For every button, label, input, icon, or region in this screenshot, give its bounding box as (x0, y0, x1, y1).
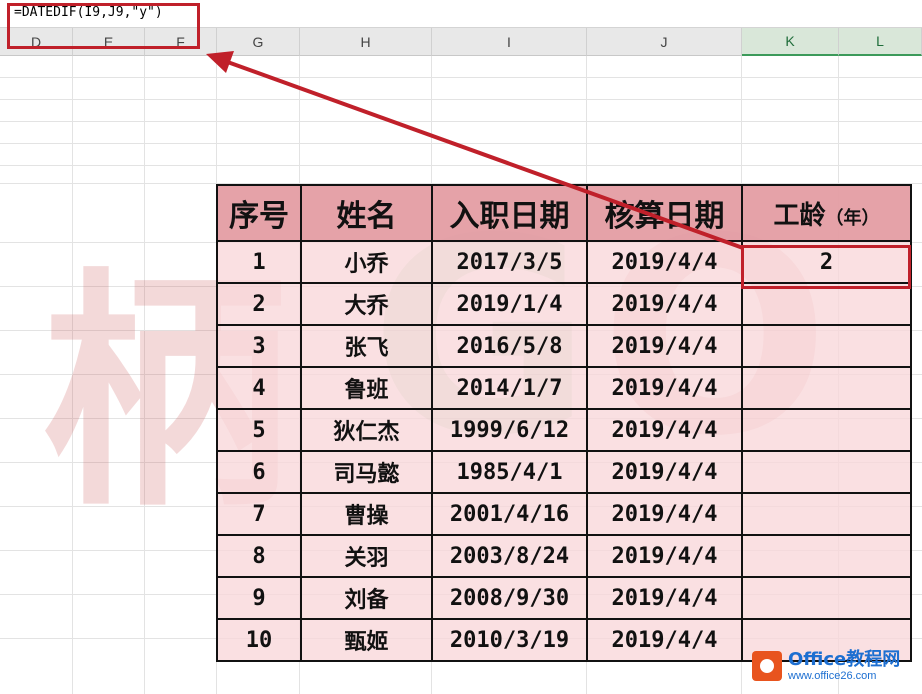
office-logo-icon (752, 651, 782, 681)
logo-brand: Office教程网 (788, 648, 901, 670)
logo-url: www.office26.com (788, 669, 877, 682)
site-logo: Office教程网 www.office26.com (752, 643, 922, 689)
annotation-arrow (206, 51, 744, 250)
